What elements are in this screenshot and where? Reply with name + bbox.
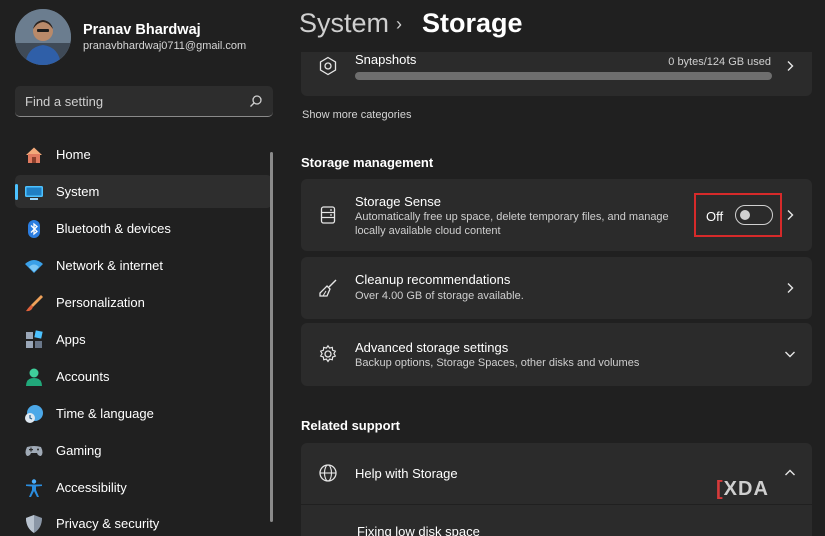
apps-icon bbox=[26, 330, 43, 348]
page-title: Storage bbox=[422, 8, 523, 38]
sidebar-item-label: Apps bbox=[56, 332, 86, 347]
sidebar-item-label: Network & internet bbox=[56, 258, 163, 273]
sidebar-item-label: Home bbox=[56, 147, 91, 162]
sidebar-item-label: Time & language bbox=[56, 406, 154, 421]
sidebar-scrollbar[interactable] bbox=[270, 152, 273, 522]
xda-logo-text: XDA bbox=[723, 478, 769, 500]
help-links-panel: Fixing low disk space bbox=[301, 505, 812, 536]
home-icon bbox=[26, 147, 42, 163]
toggle-knob bbox=[740, 210, 750, 220]
cleanup-description: Over 4.00 GB of storage available. bbox=[355, 290, 524, 302]
sidebar: Pranav Bhardwaj pranavbhardwaj0711@gmail… bbox=[0, 0, 290, 536]
clock-globe-icon bbox=[25, 405, 43, 423]
advanced-storage-title: Advanced storage settings bbox=[355, 340, 509, 355]
broom-icon bbox=[319, 279, 337, 297]
gamepad-icon bbox=[25, 446, 43, 456]
gear-icon bbox=[319, 344, 337, 363]
globe-icon bbox=[319, 464, 337, 482]
search-input[interactable]: Find a setting bbox=[25, 94, 103, 109]
storage-sense-toggle-label: Off bbox=[706, 209, 724, 224]
cleanup-recommendations-card[interactable]: Cleanup recommendations Over 4.00 GB of … bbox=[301, 257, 812, 319]
sidebar-item-accessibility[interactable]: Accessibility bbox=[15, 471, 272, 504]
breadcrumb-separator: › bbox=[396, 14, 402, 34]
sidebar-item-accounts[interactable]: Accounts bbox=[15, 360, 272, 393]
active-indicator bbox=[15, 184, 18, 200]
storage-management-heading: Storage management bbox=[301, 155, 434, 170]
chevron-down-icon[interactable] bbox=[784, 348, 796, 360]
xda-watermark: [XDA bbox=[716, 478, 769, 501]
snapshot-icon bbox=[319, 56, 337, 76]
help-with-storage-title: Help with Storage bbox=[355, 466, 458, 481]
search-box[interactable]: Find a setting bbox=[15, 86, 273, 117]
sidebar-item-apps[interactable]: Apps bbox=[15, 323, 272, 356]
sidebar-item-personalization[interactable]: Personalization bbox=[15, 286, 272, 319]
sidebar-item-gaming[interactable]: Gaming bbox=[15, 434, 272, 467]
chevron-right-icon[interactable] bbox=[784, 209, 796, 221]
shield-icon bbox=[26, 515, 42, 533]
person-icon bbox=[26, 368, 42, 386]
storage-sense-title: Storage Sense bbox=[355, 194, 442, 209]
related-support-heading: Related support bbox=[301, 418, 400, 433]
search-icon[interactable] bbox=[249, 94, 263, 108]
wifi-icon bbox=[25, 260, 43, 273]
sidebar-item-privacy-security[interactable]: Privacy & security bbox=[15, 507, 272, 536]
advanced-storage-description: Backup options, Storage Spaces, other di… bbox=[355, 357, 640, 369]
storage-sense-description-line2: locally available cloud content bbox=[355, 225, 501, 237]
user-email: pranavbhardwaj0711@gmail.com bbox=[83, 40, 247, 52]
cleanup-title: Cleanup recommendations bbox=[355, 272, 511, 287]
sidebar-item-label: Gaming bbox=[56, 443, 102, 458]
bluetooth-icon bbox=[28, 220, 40, 238]
monitor-icon bbox=[25, 186, 43, 200]
sidebar-item-bluetooth[interactable]: Bluetooth & devices bbox=[15, 212, 272, 245]
user-name: Pranav Bhardwaj bbox=[83, 22, 201, 38]
sidebar-item-label: System bbox=[56, 184, 100, 199]
snapshots-usage-bar bbox=[355, 72, 772, 80]
sidebar-item-network[interactable]: Network & internet bbox=[15, 249, 272, 282]
fixing-low-disk-space-link[interactable]: Fixing low disk space bbox=[357, 524, 480, 536]
storage-sense-toggle[interactable] bbox=[735, 205, 773, 225]
sidebar-item-label: Privacy & security bbox=[56, 516, 160, 531]
snapshots-card[interactable]: Snapshots 0 bytes/124 GB used bbox=[301, 52, 812, 96]
sidebar-item-label: Accessibility bbox=[56, 480, 127, 495]
show-more-categories-link[interactable]: Show more categories bbox=[302, 109, 411, 121]
sidebar-item-label: Accounts bbox=[56, 369, 110, 384]
paintbrush-icon bbox=[26, 295, 43, 312]
sidebar-item-time-language[interactable]: Time & language bbox=[15, 397, 272, 430]
storage-drive-icon bbox=[320, 206, 336, 224]
xda-logo-mark: [ bbox=[716, 478, 724, 500]
settings-window: Pranav Bhardwaj pranavbhardwaj0711@gmail… bbox=[0, 0, 825, 536]
sidebar-item-label: Personalization bbox=[56, 295, 145, 310]
chevron-right-icon[interactable] bbox=[784, 282, 796, 294]
storage-sense-description-line1: Automatically free up space, delete temp… bbox=[355, 211, 669, 223]
breadcrumb-parent[interactable]: System bbox=[299, 8, 389, 39]
advanced-storage-settings-card[interactable]: Advanced storage settings Backup options… bbox=[301, 323, 812, 386]
accessibility-icon bbox=[26, 479, 42, 497]
chevron-up-icon[interactable] bbox=[784, 467, 796, 479]
avatar[interactable] bbox=[15, 9, 71, 65]
snapshots-usage: 0 bytes/124 GB used bbox=[668, 56, 771, 68]
chevron-right-icon[interactable] bbox=[784, 60, 796, 72]
sidebar-item-system[interactable]: System bbox=[15, 175, 272, 208]
sidebar-item-home[interactable]: Home bbox=[15, 138, 272, 171]
snapshots-title: Snapshots bbox=[355, 52, 417, 67]
sidebar-item-label: Bluetooth & devices bbox=[56, 221, 171, 236]
